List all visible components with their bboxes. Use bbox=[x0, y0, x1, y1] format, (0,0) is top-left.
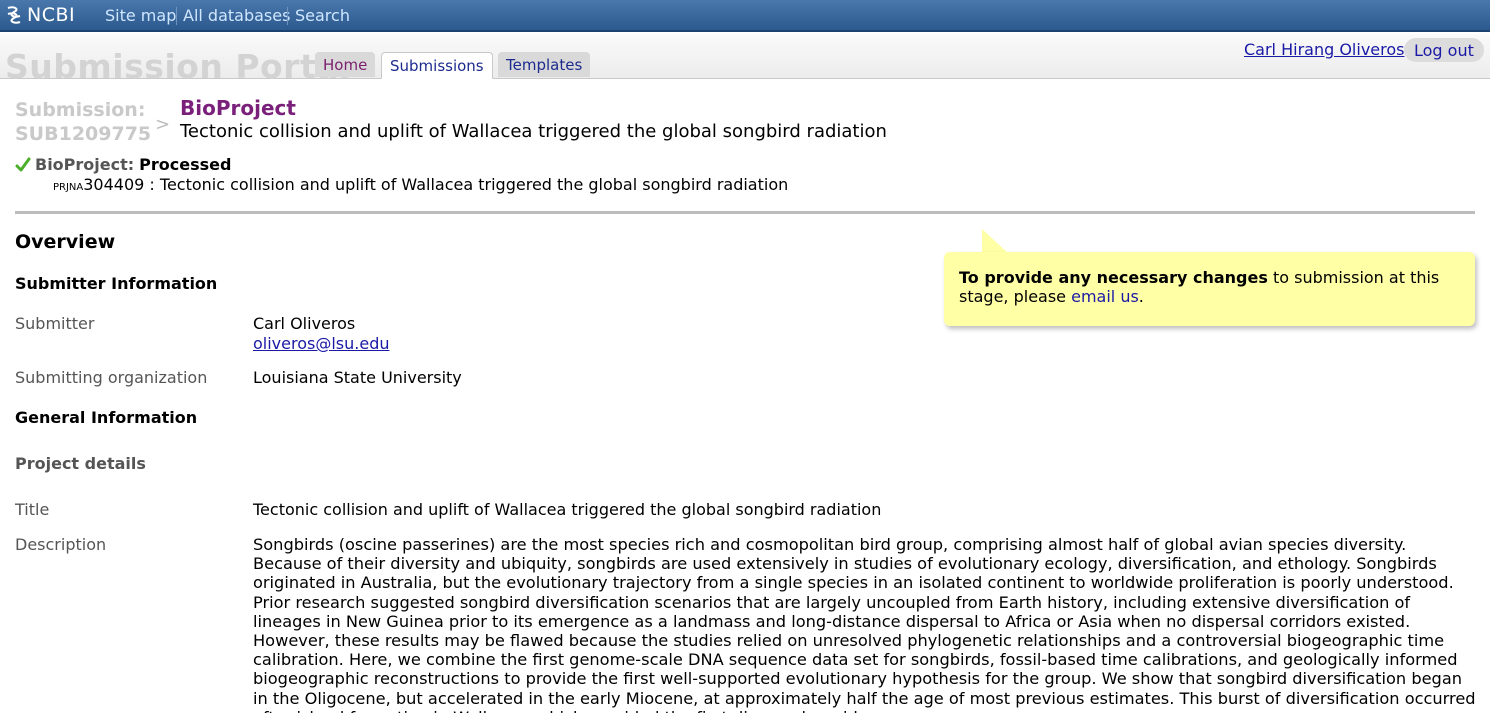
note-end: . bbox=[1138, 287, 1144, 306]
nav-separator bbox=[176, 7, 177, 25]
nav-separator bbox=[287, 7, 288, 25]
portal-header: Submission Portal Home Submissions Templ… bbox=[0, 34, 1490, 86]
submission-title: Tectonic collision and uplift of Wallace… bbox=[180, 121, 887, 142]
submitter-name: Carl Oliveros bbox=[253, 314, 356, 333]
submission-id: SUB1209775 bbox=[15, 123, 152, 145]
submission-type: BioProject bbox=[180, 96, 296, 120]
search-link[interactable]: Search bbox=[295, 6, 350, 25]
submitter-section-heading: Submitter Information bbox=[15, 274, 218, 293]
note-strong-text: To provide any necessary changes bbox=[959, 268, 1268, 287]
portal-title: Submission Portal bbox=[5, 47, 351, 86]
ncbi-top-bar: NCBI Site map All databases Search bbox=[0, 0, 1490, 32]
overview-title: Overview bbox=[15, 231, 116, 253]
breadcrumb-arrow: > bbox=[155, 114, 171, 135]
ncbi-logo-text: NCBI bbox=[27, 4, 76, 26]
accession-row: PRJNA304409 : Tectonic collision and upl… bbox=[53, 175, 788, 194]
status-label: BioProject: bbox=[35, 155, 135, 174]
note-pointer bbox=[982, 229, 1008, 253]
description-value: Songbirds (oscine passerines) are the mo… bbox=[253, 535, 1476, 713]
email-us-link[interactable]: email us bbox=[1071, 287, 1139, 306]
title-label: Title bbox=[15, 500, 50, 519]
submitter-email-link[interactable]: oliveros@lsu.edu bbox=[253, 334, 390, 353]
logout-button[interactable]: Log out bbox=[1404, 38, 1484, 62]
accession-prefix: PRJNA bbox=[53, 182, 84, 193]
tab-home[interactable]: Home bbox=[315, 52, 376, 77]
ncbi-logo-icon bbox=[7, 6, 21, 24]
organization-label: Submitting organization bbox=[15, 368, 208, 387]
tab-templates[interactable]: Templates bbox=[498, 52, 591, 77]
status-row: BioProject: Processed bbox=[15, 155, 231, 174]
divider bbox=[15, 211, 1475, 214]
status-value: Processed bbox=[139, 155, 232, 174]
title-value: Tectonic collision and uplift of Wallace… bbox=[253, 500, 882, 519]
organization-value: Louisiana State University bbox=[253, 368, 462, 387]
project-details-heading: Project details bbox=[15, 454, 146, 473]
tab-submissions[interactable]: Submissions bbox=[381, 52, 493, 79]
user-name-link[interactable]: Carl Hirang Oliveros bbox=[1244, 40, 1404, 59]
all-databases-link[interactable]: All databases bbox=[183, 6, 290, 25]
accession-number: 304409 bbox=[83, 175, 145, 194]
submitter-label: Submitter bbox=[15, 314, 95, 333]
description-label: Description bbox=[15, 535, 107, 554]
ncbi-logo[interactable]: NCBI bbox=[5, 4, 75, 26]
site-map-link[interactable]: Site map bbox=[105, 6, 176, 25]
changes-note: To provide any necessary changes to subm… bbox=[944, 252, 1475, 326]
check-icon bbox=[15, 157, 31, 171]
general-section-heading: General Information bbox=[15, 408, 198, 427]
submission-label: Submission: bbox=[15, 99, 146, 121]
accession-title: : Tectonic collision and uplift of Walla… bbox=[144, 175, 789, 194]
submission-id-label: Submission: SUB1209775 bbox=[15, 98, 151, 146]
